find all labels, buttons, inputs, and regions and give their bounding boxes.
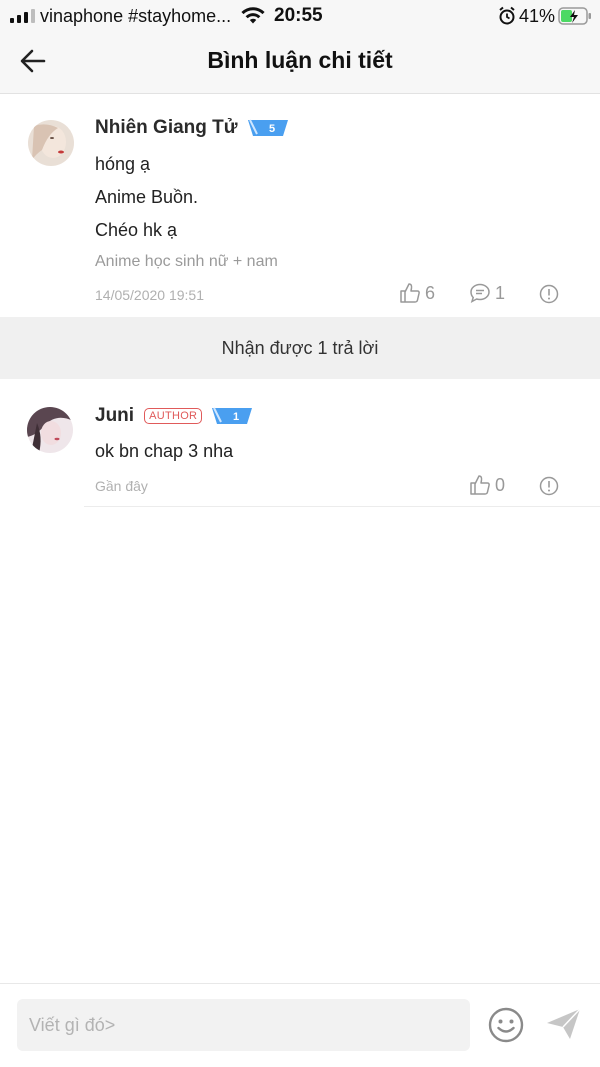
report-button[interactable] bbox=[539, 284, 559, 304]
replies-count-bar: Nhận được 1 trả lời bbox=[0, 317, 600, 379]
reply-time: Gần đây bbox=[95, 478, 148, 494]
battery-percentage: 41% bbox=[519, 6, 556, 26]
paper-plane-icon bbox=[547, 1008, 581, 1039]
battery-charging-icon bbox=[558, 7, 591, 25]
send-button[interactable] bbox=[545, 1006, 583, 1042]
chat-bubble-icon bbox=[470, 283, 490, 304]
carrier-name: vinaphone #stayhome... bbox=[40, 6, 232, 26]
main-comment: Nhiên Giang Tử 5 hóng ạ Anime Buồn. Chéo… bbox=[0, 95, 600, 317]
smiley-icon bbox=[488, 1007, 524, 1043]
vip-level-badge: 5 bbox=[247, 119, 288, 136]
name-row: Nhiên Giang Tử 5 bbox=[95, 117, 290, 139]
reply-text: ok bn chap 3 nha bbox=[95, 441, 234, 461]
comment-line: Anime Buồn. bbox=[95, 187, 199, 207]
clock-time: 20:55 bbox=[274, 5, 323, 26]
vip-level-text: 1 bbox=[233, 411, 239, 423]
comment-composer bbox=[0, 983, 600, 1067]
comment-subtext: Anime học sinh nữ + nam bbox=[95, 253, 278, 270]
page-title: Bình luận chi tiết bbox=[207, 47, 393, 73]
user-name[interactable]: Nhiên Giang Tử bbox=[95, 117, 238, 139]
status-bar: vinaphone #stayhome... 20:55 41% bbox=[0, 0, 600, 32]
replies-count-label: Nhận được 1 trả lời bbox=[221, 337, 379, 358]
comment-input[interactable] bbox=[17, 999, 470, 1051]
like-count: 0 bbox=[495, 474, 506, 495]
report-button[interactable] bbox=[539, 476, 559, 496]
vip-level-text: 5 bbox=[268, 123, 274, 135]
avatar[interactable] bbox=[28, 120, 74, 166]
reply-comment: Juni AUTHOR 1 ok bn chap 3 nha Gần đây 0 bbox=[0, 380, 600, 508]
comment-line: Chéo hk ạ bbox=[95, 220, 178, 240]
thumbs-up-icon bbox=[400, 283, 420, 303]
alarm-icon bbox=[499, 6, 515, 25]
author-badge: AUTHOR bbox=[144, 408, 203, 424]
emoji-button[interactable] bbox=[487, 1006, 525, 1044]
header-bar: Bình luận chi tiết bbox=[0, 32, 600, 94]
like-button[interactable]: 6 bbox=[399, 282, 435, 304]
vip-level-badge: 1 bbox=[212, 407, 253, 424]
avatar-image bbox=[28, 120, 74, 166]
name-row: Juni AUTHOR 1 bbox=[95, 405, 254, 427]
signal-strength-icon bbox=[10, 9, 35, 23]
reply-count: 1 bbox=[495, 282, 506, 303]
like-count: 6 bbox=[425, 282, 436, 303]
alert-circle-icon bbox=[539, 476, 559, 496]
avatar[interactable] bbox=[27, 407, 73, 453]
wifi-icon bbox=[241, 7, 265, 24]
comment-date: 14/05/2020 19:51 bbox=[95, 287, 204, 303]
user-name[interactable]: Juni bbox=[95, 405, 134, 427]
comment-line: hóng ạ bbox=[95, 154, 151, 174]
divider bbox=[84, 506, 600, 507]
like-button[interactable]: 0 bbox=[469, 474, 505, 496]
reply-button[interactable]: 1 bbox=[469, 282, 505, 304]
avatar-image bbox=[27, 407, 73, 453]
alert-circle-icon bbox=[539, 284, 559, 304]
thumbs-up-icon bbox=[470, 475, 490, 495]
